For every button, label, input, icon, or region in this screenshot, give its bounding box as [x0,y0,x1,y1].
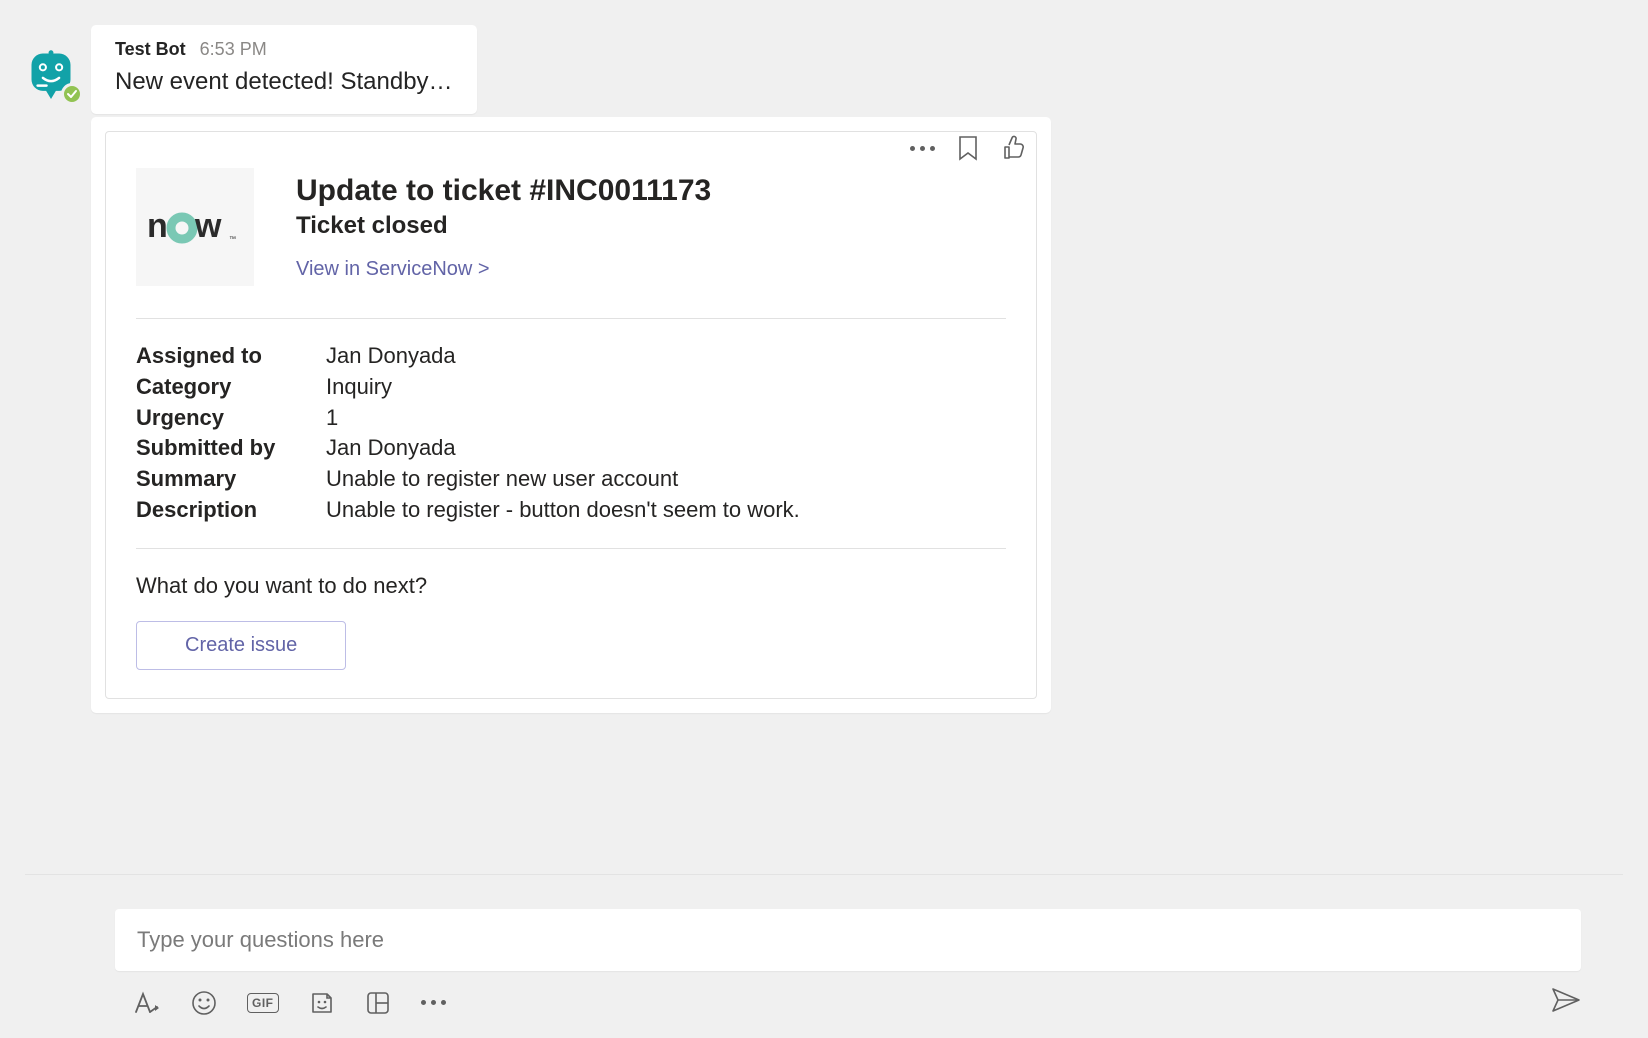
adaptive-card: n w ™ Update to ticket #INC0011173 Ticke… [91,117,1051,713]
message-preview: New event detected! Standby… [115,68,453,96]
bookmark-button[interactable] [957,135,979,161]
bookmark-icon [957,135,979,161]
app-button[interactable] [365,988,391,1018]
field-label: Description [136,495,326,526]
more-button[interactable] [421,988,446,1018]
view-in-servicenow-link[interactable]: View in ServiceNow > [296,258,711,281]
message-row: Test Bot 6:53 PM New event detected! Sta… [25,25,1623,713]
field-row: Description Unable to register - button … [136,495,1006,526]
message-bubble[interactable]: Test Bot 6:53 PM New event detected! Sta… [91,25,477,114]
field-value: Unable to register - button doesn't seem… [326,495,800,526]
message-time: 6:53 PM [200,39,267,60]
presence-badge [61,83,83,105]
field-row: Urgency 1 [136,403,1006,434]
field-label: Category [136,372,326,403]
field-row: Assigned to Jan Donyada [136,341,1006,372]
composer: GIF [25,874,1623,1038]
card-subtitle: Ticket closed [296,212,711,240]
ellipsis-icon [421,1000,446,1005]
field-row: Summary Unable to register new user acco… [136,464,1006,495]
field-label: Summary [136,464,326,495]
svg-text:™: ™ [229,236,236,243]
bot-avatar[interactable] [25,47,77,99]
field-value: 1 [326,403,338,434]
field-value: Unable to register new user account [326,464,678,495]
card-fields: Assigned to Jan Donyada Category Inquiry… [136,319,1006,549]
more-options-button[interactable] [910,146,935,151]
field-row: Submitted by Jan Donyada [136,433,1006,464]
gif-icon: GIF [247,993,279,1013]
format-icon [133,990,161,1016]
checkmark-icon [66,88,78,100]
app-grid-icon [365,990,391,1016]
svg-text:n: n [147,207,168,245]
field-row: Category Inquiry [136,372,1006,403]
sticker-icon [309,990,335,1016]
now-logo-icon: n w ™ [147,207,243,247]
message-input[interactable] [115,909,1581,971]
card-title: Update to ticket #INC0011173 [296,174,711,208]
sticker-button[interactable] [309,988,335,1018]
field-value: Jan Donyada [326,341,456,372]
field-label: Urgency [136,403,326,434]
card-prompt: What do you want to do next? [136,549,1006,621]
sender-name: Test Bot [115,39,186,60]
create-issue-button[interactable]: Create issue [136,621,346,670]
gif-button[interactable]: GIF [247,988,279,1018]
field-label: Submitted by [136,433,326,464]
send-button[interactable] [1551,987,1581,1018]
emoji-icon [191,990,217,1016]
field-value: Inquiry [326,372,392,403]
format-button[interactable] [133,988,161,1018]
like-button[interactable] [1001,135,1027,161]
field-value: Jan Donyada [326,433,456,464]
emoji-button[interactable] [191,988,217,1018]
field-label: Assigned to [136,341,326,372]
ellipsis-icon [910,146,935,151]
send-icon [1551,987,1581,1013]
thumbs-up-icon [1001,135,1027,161]
svg-text:w: w [194,207,222,245]
servicenow-logo: n w ™ [136,168,254,286]
